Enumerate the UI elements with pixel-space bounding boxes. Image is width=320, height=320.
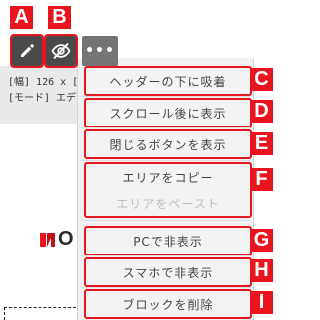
menu-divider (80, 127, 250, 128)
marker-h: H (250, 259, 273, 282)
menu-item-show-after-scroll[interactable]: スクロール後に表示 (84, 98, 252, 128)
menu-divider (80, 96, 250, 97)
pencil-icon (21, 44, 34, 57)
menu-divider (80, 287, 250, 288)
menu-item-label: スクロール後に表示 (109, 106, 227, 121)
menu-item-sticky-header[interactable]: ヘッダーの下に吸着 (84, 66, 252, 96)
menu-item-show-close-button[interactable]: 閉じるボタンを表示 (84, 129, 252, 159)
hide-block-button[interactable] (44, 34, 78, 68)
marker-f: F (250, 168, 273, 191)
menu-item-label: PCで非表示 (133, 234, 203, 249)
marker-a: A (10, 6, 33, 29)
marker-g: G (250, 229, 273, 252)
menu-divider (80, 220, 250, 221)
lower-block-border-left (4, 307, 5, 320)
logo-mark-icon (40, 233, 55, 247)
menu-item-paste-area: エリアをペースト (116, 196, 220, 211)
marker-d: D (250, 100, 273, 123)
menu-item-delete-block[interactable]: ブロックを削除 (84, 289, 252, 319)
lower-block-border-top (4, 307, 76, 308)
logo-text: O (58, 228, 74, 250)
more-options-label: ••• (85, 43, 115, 59)
edit-button[interactable] (10, 34, 44, 68)
eye-off-icon (51, 42, 71, 60)
menu-divider (80, 160, 250, 161)
menu-item-label: 閉じるボタンを表示 (109, 137, 227, 152)
menu-item-copy-area[interactable]: エリアをコピー (122, 169, 213, 186)
block-mode-text: [モード] エデ (8, 93, 77, 104)
marker-e: E (250, 132, 273, 155)
more-options-button[interactable]: ••• (82, 36, 118, 66)
menu-group-area-clipboard: エリアをコピー エリアをペースト (84, 162, 252, 218)
menu-divider (80, 255, 250, 256)
menu-item-label: スマホで非表示 (122, 265, 214, 280)
marker-i: I (250, 291, 273, 314)
marker-b: B (48, 6, 71, 29)
menu-item-label: ヘッダーの下に吸着 (109, 74, 227, 89)
menu-item-hide-on-pc[interactable]: PCで非表示 (84, 226, 252, 256)
menu-item-hide-on-smartphone[interactable]: スマホで非表示 (84, 257, 252, 287)
menu-item-label: ブロックを削除 (122, 297, 214, 312)
marker-c: C (250, 68, 273, 91)
